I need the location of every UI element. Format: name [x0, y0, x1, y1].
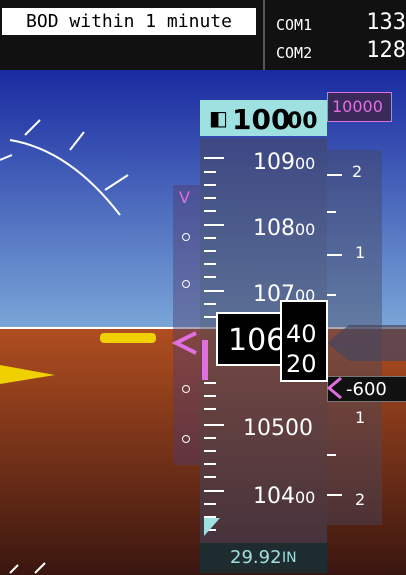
com1-label: COM1: [276, 16, 313, 34]
alert-message: BOD within 1 minute: [2, 8, 256, 35]
deviation-dot: [182, 435, 190, 443]
vs-pointer: [327, 325, 406, 361]
altitude-tick-label: 10400: [253, 484, 316, 509]
com2-label: COM2: [276, 44, 313, 62]
baro-unit: IN: [282, 550, 297, 566]
current-altitude-roll-lower: 20: [286, 350, 317, 378]
com1-frequency[interactable]: 133: [366, 10, 406, 35]
required-vs-chevron-icon: [327, 376, 342, 400]
deviation-dot: [182, 385, 190, 393]
altitude-tick-label: 10800: [253, 216, 316, 241]
vs-scale-label: 1: [355, 243, 366, 262]
com2-frequency[interactable]: 128: [366, 38, 406, 63]
vnav-target-value: 10000: [332, 97, 383, 116]
current-altitude-box: 106: [216, 312, 286, 366]
deviation-dot: [182, 233, 190, 241]
current-altitude-roller: 40 20: [280, 300, 328, 382]
selected-altitude-main: 100: [232, 103, 291, 136]
vs-scale-label: 2: [352, 162, 363, 181]
vertical-deviation-label: V: [179, 188, 190, 207]
selected-altitude-box[interactable]: ◧ 100 00: [200, 100, 327, 136]
vs-scale-label: 1: [355, 408, 366, 427]
baro-value: 29.92: [230, 547, 282, 568]
altitude-trend-bar: [202, 340, 208, 380]
vs-scale-label: 2: [355, 490, 366, 509]
selected-altitude-small: 00: [287, 109, 318, 134]
deviation-dot: [182, 280, 190, 288]
altitude-bug-icon: ◧: [209, 106, 228, 130]
vdev-chevron-icon: [171, 331, 197, 355]
required-vs-value: -600: [346, 379, 387, 400]
top-bar-divider: [263, 0, 265, 70]
current-altitude-main: 106: [228, 323, 286, 358]
altitude-tick-label: 10900: [253, 150, 316, 175]
current-altitude-roll-upper: 40: [286, 320, 317, 348]
vertical-deviation-scale: V: [173, 185, 200, 465]
top-status-bar: BOD within 1 minute COM1 133 COM2 128: [0, 0, 406, 70]
altitude-tick-label: 10500: [243, 416, 313, 441]
vnav-target-altitude: 10000: [327, 92, 392, 122]
